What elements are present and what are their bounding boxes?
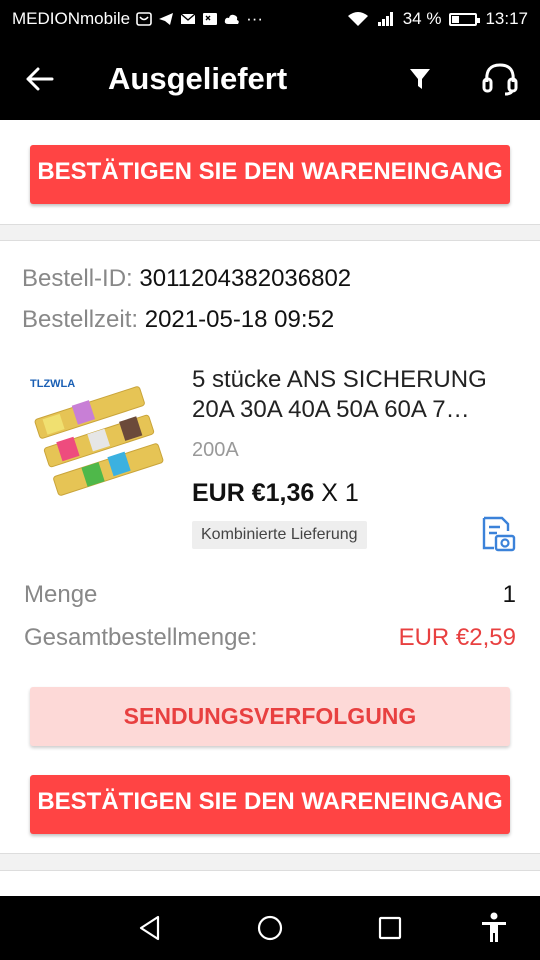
order-card: Bestell-ID: 3011204382036802 Bestellzeit…: [0, 240, 540, 854]
brand-logo: TLZWLA: [30, 378, 75, 390]
wifi-icon: [347, 12, 368, 26]
product-variant: 200A: [192, 439, 239, 461]
telegram-icon: [159, 13, 174, 25]
filter-icon: [410, 69, 430, 89]
clock: 13:17: [485, 9, 528, 28]
order-time-label: Bestellzeit:: [22, 306, 139, 333]
nav-back-icon: [139, 915, 160, 941]
filter-button[interactable]: [380, 38, 460, 120]
cloud-icon: [224, 14, 239, 24]
back-arrow-icon: [26, 67, 54, 91]
combined-delivery-tag: Kombinierte Lieferung: [192, 521, 367, 549]
message-icon: [203, 13, 218, 25]
quantity-label: Menge: [24, 581, 98, 608]
order-time-value: 2021-05-18 09:52: [144, 306, 335, 333]
accessibility-icon: [482, 912, 506, 942]
total-value: EUR €2,59: [398, 624, 516, 651]
customer-service-button[interactable]: [460, 38, 540, 120]
carrier-name: MEDIONmobile: [12, 9, 131, 28]
total-label: Gesamtbestellmenge:: [24, 624, 258, 651]
product-title[interactable]: 5 stücke ANS SICHERUNG 20A 30A 40A 50A 6…: [192, 365, 517, 425]
order-id-label: Bestell-ID:: [22, 265, 133, 292]
tracking-button[interactable]: SENDUNGSVERFOLGUNG: [30, 687, 510, 746]
notification-icon: [136, 12, 152, 26]
app-bar: Ausgeliefert: [0, 38, 540, 120]
confirm-receipt-button-2[interactable]: BESTÄTIGEN SIE DEN WARENEINGANG: [30, 775, 510, 834]
battery-percent: 34 %: [402, 9, 442, 28]
snapshot-button[interactable]: [480, 515, 516, 553]
order-snapshot-icon: [482, 516, 516, 552]
product-price: EUR €1,36 X 1: [192, 479, 359, 508]
nav-back-button[interactable]: [132, 910, 168, 946]
signal-icon: [377, 12, 393, 26]
order-id-value: 3011204382036802: [139, 265, 352, 292]
order-card-previous: BESTÄTIGEN SIE DEN WARENEINGANG: [0, 120, 540, 225]
quantity-value: 1: [502, 581, 516, 608]
page-title: Ausgeliefert: [108, 61, 288, 96]
confirm-receipt-button[interactable]: BESTÄTIGEN SIE DEN WARENEINGANG: [30, 145, 510, 204]
nav-recents-icon: [378, 916, 402, 940]
battery-icon: [449, 12, 481, 26]
order-card-next: [0, 870, 540, 896]
accessibility-button[interactable]: [476, 910, 512, 946]
status-bar: MEDIONmobile ··· 34 % 13:17: [0, 0, 540, 38]
system-nav-bar: [0, 896, 540, 960]
back-button[interactable]: [0, 38, 80, 120]
price-value: EUR €1,36: [192, 479, 315, 507]
order-list[interactable]: BESTÄTIGEN SIE DEN WARENEINGANG Bestell-…: [0, 120, 540, 896]
product-image[interactable]: TLZWLA: [24, 361, 174, 511]
nav-home-icon: [257, 915, 283, 941]
nav-home-button[interactable]: [252, 910, 288, 946]
mail-icon: [180, 13, 196, 24]
more-notifications: ···: [246, 9, 264, 28]
headset-icon: [482, 63, 518, 96]
nav-recents-button[interactable]: [372, 910, 408, 946]
quantity-suffix: X 1: [314, 479, 359, 507]
